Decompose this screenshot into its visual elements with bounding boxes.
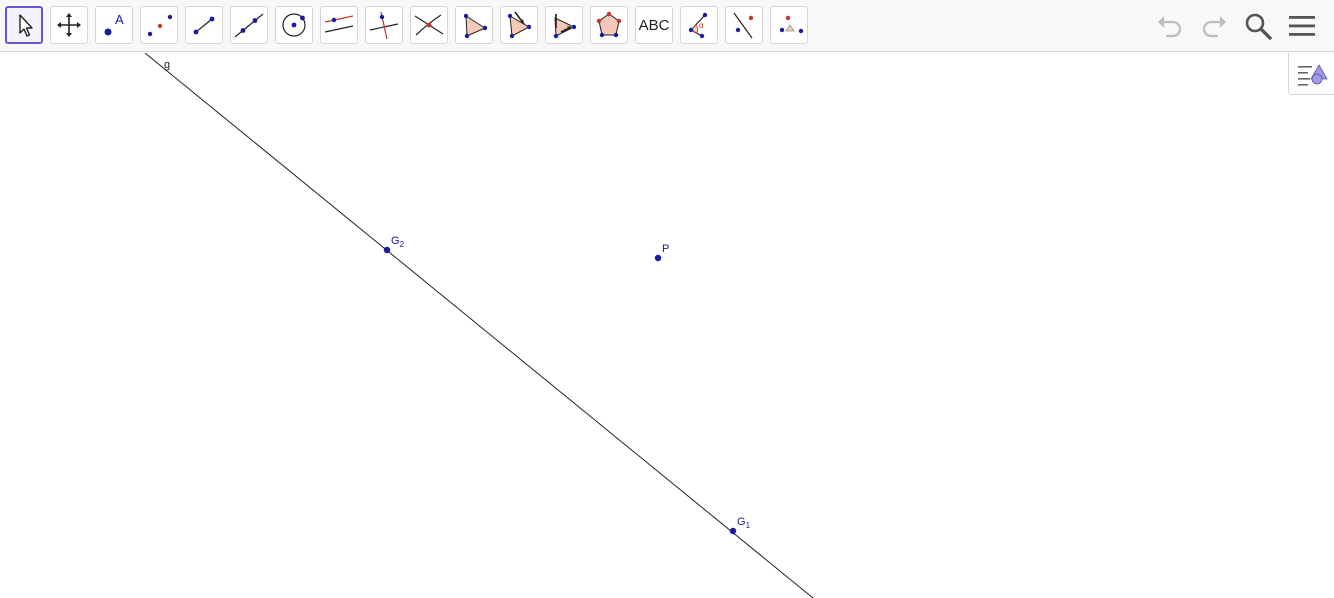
move-cross-icon bbox=[57, 13, 81, 37]
distance-icon bbox=[779, 15, 804, 34]
search-icon bbox=[1245, 13, 1272, 40]
redo-button[interactable] bbox=[1196, 8, 1232, 44]
angle-tool[interactable]: α bbox=[680, 6, 718, 44]
parallel-line-tool[interactable] bbox=[320, 6, 358, 44]
graphics-view[interactable]: g G2 P G1 bbox=[0, 53, 1334, 598]
line-tool[interactable] bbox=[230, 6, 268, 44]
perpendicular-line-tool[interactable] bbox=[365, 6, 403, 44]
toolbar-actions bbox=[1144, 8, 1320, 44]
circle-icon bbox=[282, 13, 306, 37]
parallel-line-icon bbox=[324, 15, 354, 33]
angle-tool-label: α bbox=[699, 21, 704, 30]
segment-tool[interactable] bbox=[185, 6, 223, 44]
toolbar: A ABC α bbox=[0, 0, 1334, 52]
point-tool-label: A bbox=[115, 12, 124, 27]
point-tool[interactable]: A bbox=[95, 6, 133, 44]
menu-button[interactable] bbox=[1284, 8, 1320, 44]
point-g2-label: G2 bbox=[391, 235, 405, 249]
circle-tool[interactable] bbox=[275, 6, 313, 44]
point-icon: A bbox=[104, 12, 124, 36]
line-point-icon bbox=[733, 12, 754, 39]
move-graphics-view-tool[interactable] bbox=[50, 6, 88, 44]
line-icon bbox=[234, 13, 264, 38]
line-g-label: g bbox=[164, 59, 170, 71]
perpendicular-line-icon bbox=[369, 11, 399, 40]
pentagon-icon bbox=[596, 11, 622, 38]
distance-tool[interactable] bbox=[770, 6, 808, 44]
point-pair-tool[interactable] bbox=[140, 6, 178, 44]
angle-icon: α bbox=[688, 12, 708, 39]
regular-polygon-tool[interactable] bbox=[590, 6, 628, 44]
move-tool[interactable] bbox=[5, 6, 43, 44]
search-button[interactable] bbox=[1240, 8, 1276, 44]
graphics-canvas[interactable]: g G2 P G1 bbox=[0, 53, 1334, 598]
translate-tool[interactable] bbox=[545, 6, 583, 44]
redo-icon bbox=[1202, 16, 1226, 38]
polygon-tool[interactable] bbox=[455, 6, 493, 44]
polygon-icon bbox=[463, 13, 488, 39]
text-tool[interactable]: ABC bbox=[635, 6, 673, 44]
translate-icon bbox=[553, 14, 577, 39]
point-g1[interactable] bbox=[729, 527, 737, 535]
line-point-tool[interactable] bbox=[725, 6, 763, 44]
tool-group: A ABC α bbox=[5, 6, 815, 44]
point-g2[interactable] bbox=[383, 246, 391, 254]
intersect-tool[interactable] bbox=[410, 6, 448, 44]
undo-icon bbox=[1158, 16, 1182, 38]
point-p[interactable] bbox=[654, 254, 662, 262]
point-g1-label: G1 bbox=[737, 516, 751, 530]
arrow-cursor-icon bbox=[19, 14, 33, 37]
intersect-icon bbox=[414, 14, 444, 36]
line-g[interactable] bbox=[144, 53, 814, 598]
reflect-tool[interactable] bbox=[500, 6, 538, 44]
segment-icon bbox=[193, 16, 215, 35]
point-p-label: P bbox=[662, 243, 669, 255]
reflect-icon bbox=[507, 11, 532, 39]
two-points-icon bbox=[147, 14, 173, 37]
text-icon: ABC bbox=[638, 16, 670, 34]
menu-icon bbox=[1289, 16, 1315, 36]
undo-button[interactable] bbox=[1152, 8, 1188, 44]
